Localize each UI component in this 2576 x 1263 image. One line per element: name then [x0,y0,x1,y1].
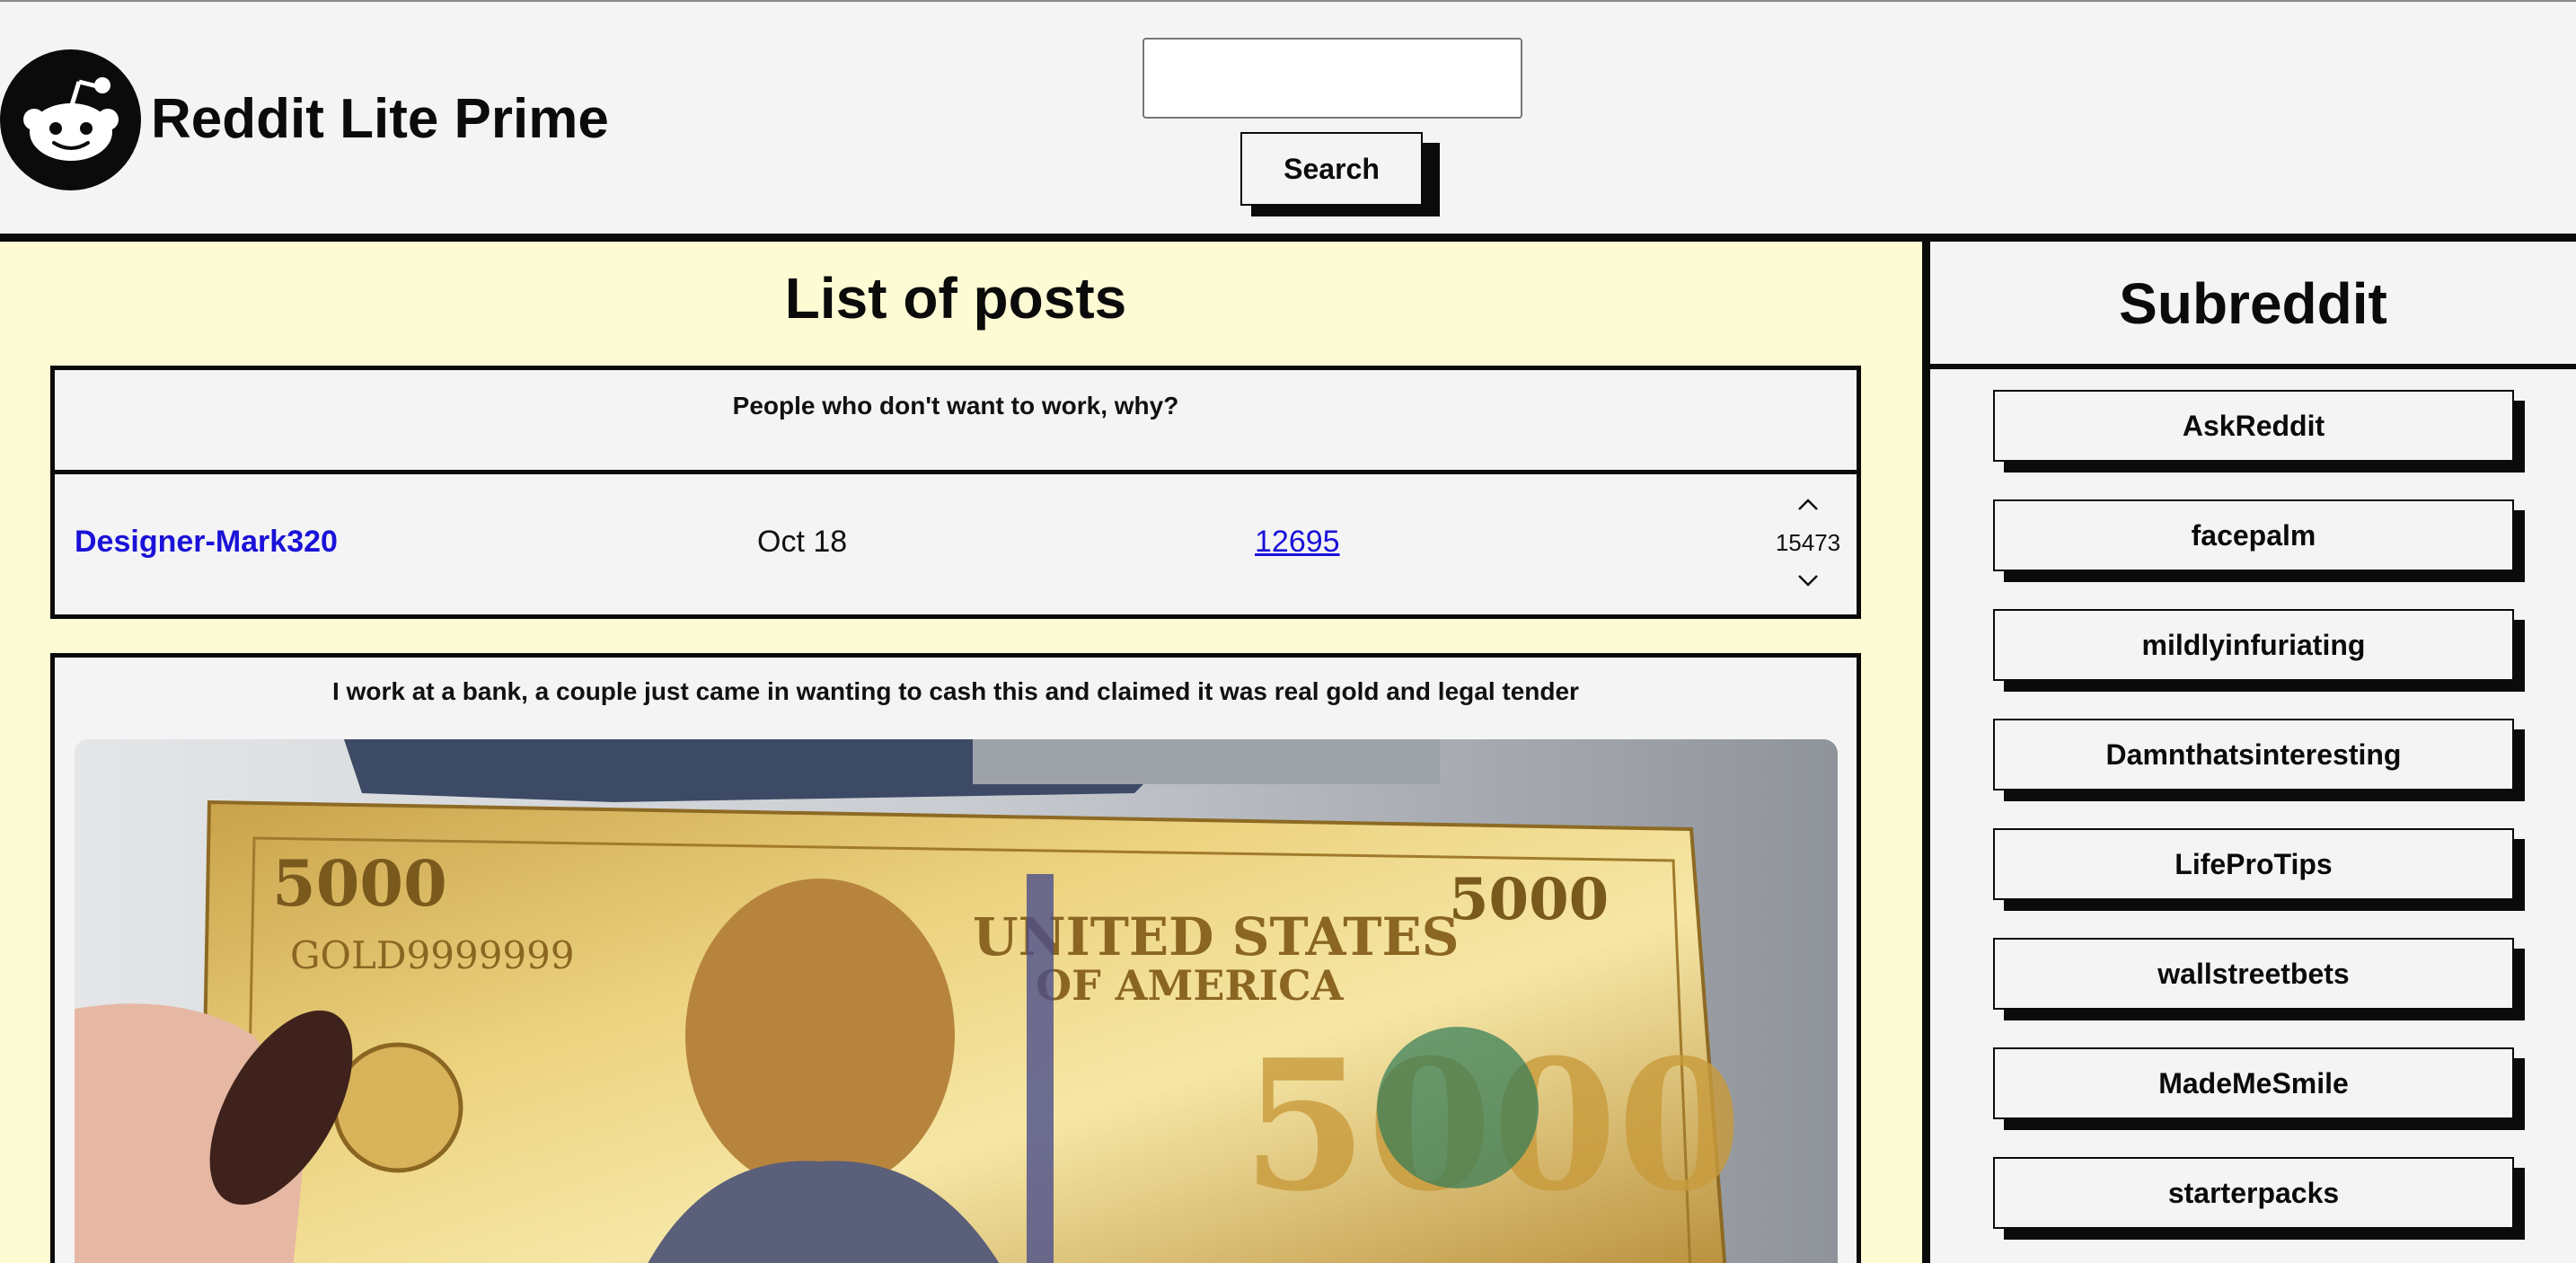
subreddit-button-facepalm[interactable]: facepalm [1993,499,2514,571]
sidebar-title: Subreddit [2119,271,2387,336]
header-divider [0,234,2576,242]
site-header: Reddit Lite Prime Search [0,2,2576,234]
subreddit-item: AskReddit [1993,390,2527,473]
reddit-alien-icon[interactable] [0,49,141,190]
post-date: Oct 18 [757,525,848,559]
search-button[interactable]: Search [1240,132,1423,206]
post-card: People who don't want to work, why? Desi… [50,366,1861,619]
search-input[interactable] [1142,38,1522,119]
vote-control: 15473 [1770,494,1846,591]
svg-text:5000: 5000 [1449,866,1609,933]
brand-title: Reddit Lite Prime [151,88,609,150]
subreddit-button-askreddit[interactable]: AskReddit [1993,390,2514,462]
post-comments-link[interactable]: 12695 [1255,525,1340,560]
post-image[interactable]: 5000 5000 UNITED STATES OF AMERICA GOLD9… [75,739,1838,1263]
sidebar-divider [1922,242,1930,1263]
subreddit-item: LifeProTips [1993,828,2527,911]
post-meta-row: Designer-Mark320 Oct 18 12695 15473 [55,474,1857,610]
posts-panel: List of posts People who don't want to w… [0,242,1922,1263]
subreddit-sidebar: Subreddit AskReddit facepalm mildlyinfur… [1930,242,2576,1263]
svg-text:5000: 5000 [272,846,447,921]
subreddit-item: starterpacks [1993,1157,2527,1240]
subreddit-item: Damnthatsinteresting [1993,719,2527,801]
post-card: I work at a bank, a couple just came in … [50,653,1861,1263]
post-title[interactable]: I work at a bank, a couple just came in … [55,658,1857,706]
subreddit-button-mademesmile[interactable]: MadeMeSmile [1993,1047,2514,1119]
post-author-link[interactable]: Designer-Mark320 [75,525,338,560]
subreddit-item: MadeMeSmile [1993,1047,2527,1130]
post-title[interactable]: People who don't want to work, why? [55,392,1857,420]
subreddit-item: facepalm [1993,499,2527,582]
subreddit-item: wallstreetbets [1993,938,2527,1020]
subreddit-button-starterpacks[interactable]: starterpacks [1993,1157,2514,1229]
post-score: 15473 [1775,528,1841,556]
subreddit-button-wallstreetbets[interactable]: wallstreetbets [1993,938,2514,1010]
svg-text:OF AMERICA: OF AMERICA [1036,961,1345,1010]
page-title: List of posts [784,266,1127,331]
subreddit-button-lifeprotips[interactable]: LifeProTips [1993,828,2514,900]
svg-text:GOLD9999999: GOLD9999999 [290,933,575,977]
subreddit-button-mildlyinfuriating[interactable]: mildlyinfuriating [1993,609,2514,681]
post-title-box: People who don't want to work, why? [55,370,1857,474]
downvote-chevron-down-icon[interactable] [1790,570,1826,591]
subreddit-button-damnthatsinteresting[interactable]: Damnthatsinteresting [1993,719,2514,790]
subreddit-item: mildlyinfuriating [1993,609,2527,692]
upvote-chevron-up-icon[interactable] [1790,494,1826,516]
sidebar-title-divider [1930,364,2576,369]
